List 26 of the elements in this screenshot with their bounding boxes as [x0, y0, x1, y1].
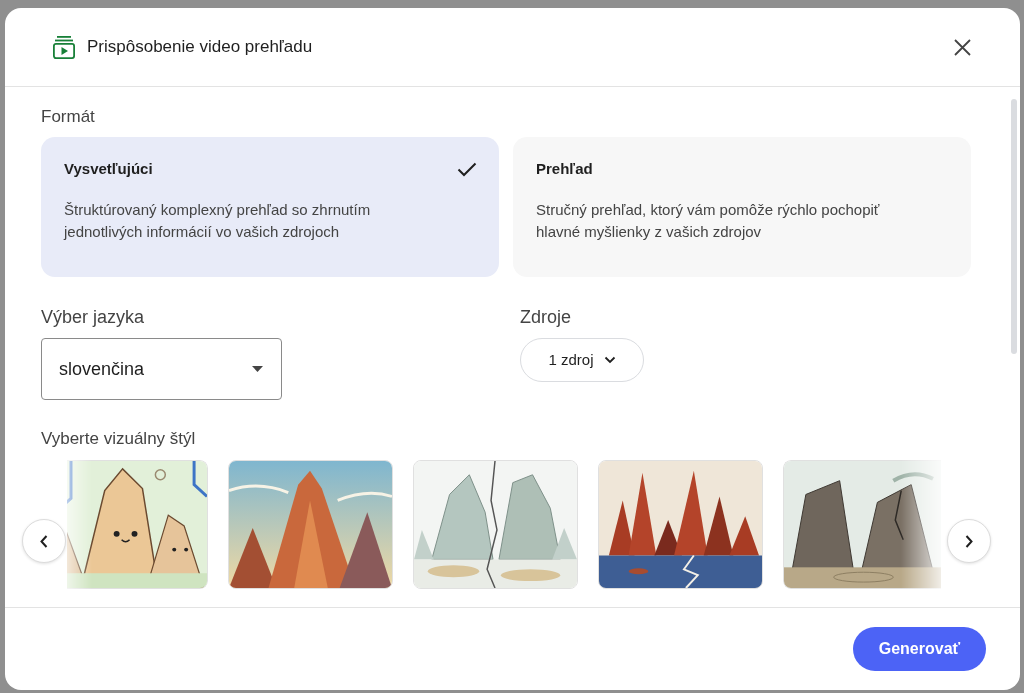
chevron-down-icon	[603, 356, 616, 364]
field-label: Zdroje	[520, 306, 573, 329]
language-select[interactable]: slovenčina	[41, 338, 282, 400]
option-title: Prehľad	[536, 159, 593, 179]
mountain-drawing[interactable]	[783, 460, 941, 589]
dialog-title: Prispôsobenie video prehľadu	[87, 36, 313, 58]
generate-button[interactable]: Generovať	[853, 627, 986, 671]
field-label: Výber jazyka	[41, 306, 146, 329]
sources-dropdown-button[interactable]: 1 zdroj	[520, 338, 644, 382]
close-button[interactable]	[954, 38, 971, 56]
chevron-left-icon	[40, 534, 48, 548]
format-option-card[interactable]: Vysvetľujúci Štruktúrovaný komplexný prehľad so zhrnutím jednotlivých informácií vo vašich zdrojoch	[41, 137, 499, 277]
close-icon	[954, 38, 971, 56]
mountain-drawing[interactable]	[228, 460, 393, 589]
section-label: Formát	[41, 106, 96, 128]
format-option-card[interactable]: Prehľad Stručný prehľad, ktorý vám pomôže rýchlo pochopiť hlavné myšlienky z vašich zdrojov	[513, 137, 971, 277]
section-label: Vyberte vizuálny štýl	[41, 428, 197, 450]
scrollbar-thumb[interactable]	[1011, 99, 1017, 354]
option-description: Stručný prehľad, ktorý vám pomôže rýchlo pochopiť hlavné myšlienky z vašich zdrojov	[536, 200, 881, 242]
mountain-drawing[interactable]	[598, 460, 763, 589]
option-title: Vysvetľujúci	[64, 159, 153, 179]
video-library-icon	[52, 35, 76, 59]
mountain-drawing[interactable]	[67, 460, 208, 589]
chevron-right-icon	[965, 534, 973, 548]
option-description: Štruktúrovaný komplexný prehľad so zhrnutím jednotlivých informácií vo vašich zdrojoch	[64, 200, 372, 242]
caret-icon	[252, 366, 263, 372]
